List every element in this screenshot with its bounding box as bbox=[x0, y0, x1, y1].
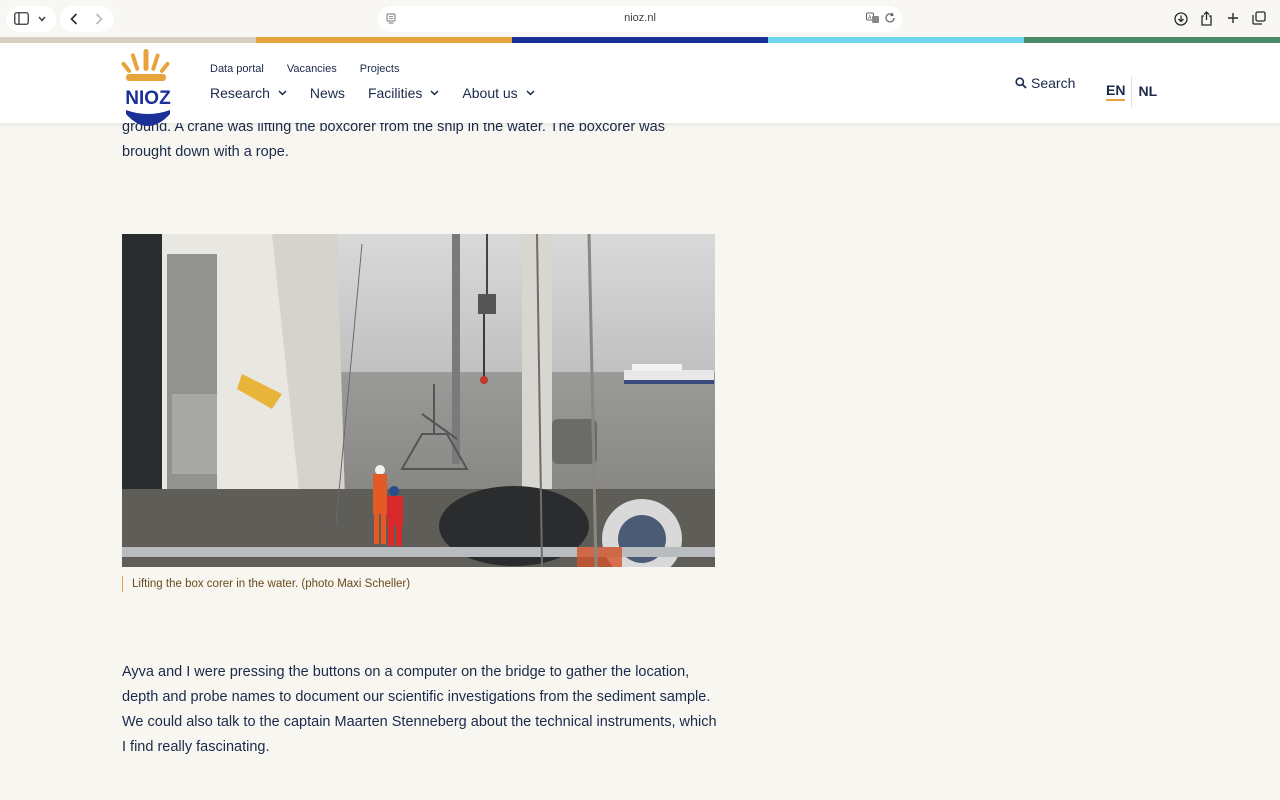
nav-item-facilities[interactable]: Facilities bbox=[368, 85, 439, 101]
lang-divider bbox=[1131, 76, 1133, 108]
navigation-buttons bbox=[60, 6, 114, 32]
utility-nav: Data portal Vacancies Projects bbox=[210, 63, 400, 75]
sidebar-toggle-group[interactable] bbox=[6, 6, 56, 32]
sidebar-icon[interactable] bbox=[14, 12, 29, 25]
back-icon[interactable] bbox=[70, 13, 78, 25]
article-photo bbox=[122, 234, 715, 567]
search-button[interactable]: Search bbox=[1015, 75, 1075, 91]
url-text: nioz.nl bbox=[624, 12, 656, 24]
search-label: Search bbox=[1031, 75, 1076, 91]
chevron-down-icon bbox=[526, 90, 535, 96]
photo-caption: Lifting the box corer in the water. (pho… bbox=[122, 576, 410, 592]
nav-item-about-us[interactable]: About us bbox=[462, 85, 535, 101]
nav-item-label: Facilities bbox=[367, 85, 423, 101]
browser-toolbar: nioz.nl A bbox=[0, 0, 1280, 37]
util-link-projects[interactable]: Projects bbox=[360, 63, 400, 75]
download-icon[interactable] bbox=[1174, 12, 1188, 26]
article-paragraph: Ayva and I were pressing the buttons on … bbox=[122, 664, 717, 755]
site-header: NIOZ Data portal Vacancies Projects Rese… bbox=[0, 43, 1280, 126]
nav-item-label: Research bbox=[210, 85, 270, 101]
address-bar[interactable]: nioz.nl A bbox=[378, 6, 902, 32]
search-icon bbox=[1015, 77, 1027, 89]
nav-item-label: About us bbox=[462, 85, 518, 101]
tabs-icon[interactable] bbox=[1252, 11, 1266, 25]
forward-icon[interactable] bbox=[95, 13, 103, 25]
chevron-down-icon bbox=[278, 90, 287, 96]
chevron-down-icon bbox=[430, 90, 439, 96]
paragraph-line: brought down with a rope. bbox=[122, 144, 289, 160]
chevron-down-icon[interactable] bbox=[38, 16, 46, 22]
translate-icon[interactable]: A bbox=[866, 12, 880, 24]
plus-icon[interactable] bbox=[1227, 12, 1239, 24]
reload-icon[interactable] bbox=[884, 12, 896, 24]
lang-en[interactable]: EN bbox=[1106, 82, 1126, 101]
nioz-logo[interactable]: NIOZ bbox=[120, 48, 176, 130]
share-icon[interactable] bbox=[1200, 11, 1213, 26]
nav-item-label: News bbox=[309, 85, 345, 101]
nav-item-research[interactable]: Research bbox=[210, 85, 287, 101]
main-nav: Research News Facilities About us bbox=[210, 85, 558, 101]
util-link-vacancies[interactable]: Vacancies bbox=[287, 63, 337, 75]
language-switcher: EN NL bbox=[1106, 75, 1157, 108]
util-link-data-portal[interactable]: Data portal bbox=[210, 63, 264, 75]
svg-text:A: A bbox=[868, 15, 872, 21]
nav-item-news[interactable]: News bbox=[310, 85, 345, 101]
svg-text:NIOZ: NIOZ bbox=[125, 88, 171, 109]
lang-nl[interactable]: NL bbox=[1138, 83, 1157, 99]
